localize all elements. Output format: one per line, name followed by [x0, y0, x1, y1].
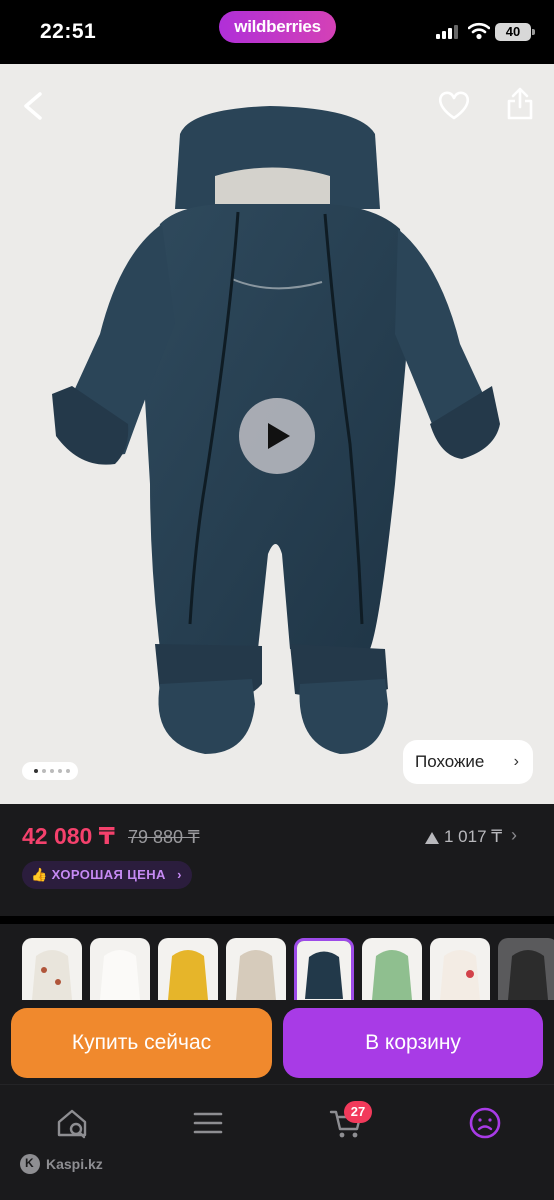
chevron-right-icon: › — [511, 825, 517, 845]
pagination-dot — [34, 769, 38, 773]
home-search-icon[interactable] — [54, 1105, 90, 1141]
profile-icon[interactable] — [467, 1105, 503, 1141]
current-price: 42 080 ₸ — [22, 823, 115, 849]
wifi-icon — [468, 22, 490, 40]
heart-icon[interactable] — [437, 91, 471, 121]
back-arrow-icon[interactable] — [20, 88, 50, 122]
product-gallery[interactable]: Похожие › — [0, 64, 554, 804]
watermark-text: Kaspi.kz — [46, 1156, 103, 1172]
cart-count-badge: 27 — [344, 1101, 372, 1123]
good-price-badge[interactable]: 👍 ХОРОШАЯ ЦЕНА › — [22, 861, 192, 889]
thumbs-up-icon: 👍 — [31, 867, 52, 882]
price-history-icon — [425, 832, 439, 844]
similar-products-button[interactable]: Похожие › — [403, 740, 533, 784]
buy-now-button[interactable]: Купить сейчас — [11, 1008, 272, 1078]
brand-logo: wildberries — [219, 11, 336, 43]
kaspi-watermark: Kaspi.kz — [20, 1154, 103, 1174]
old-price: 79 880 ₸ — [128, 827, 200, 847]
price-history-value[interactable]: 1 017 ₸ — [444, 827, 502, 847]
add-to-cart-button[interactable]: В корзину — [283, 1008, 543, 1078]
pagination-dot — [50, 769, 54, 773]
bottom-tab-bar: 27 — [0, 1084, 554, 1200]
status-time: 22:51 — [40, 20, 97, 43]
price-section: 42 080 ₸ 79 880 ₸ 1 017 ₸ › 👍 ХОРОШАЯ ЦЕ… — [0, 804, 554, 916]
play-video-button[interactable] — [239, 398, 315, 474]
pagination-dot — [66, 769, 70, 773]
purchase-actions: Купить сейчас В корзину — [0, 1000, 554, 1084]
chevron-right-icon: › — [177, 867, 182, 882]
battery-indicator: 40 — [495, 23, 535, 41]
similar-label: Похожие — [415, 752, 485, 771]
menu-icon[interactable] — [190, 1105, 226, 1141]
cellular-signal-icon — [436, 25, 460, 39]
good-price-label: ХОРОШАЯ ЦЕНА — [51, 867, 166, 882]
pagination-dot — [42, 769, 46, 773]
status-bar: 22:51 wildberries 40 — [0, 0, 554, 64]
gallery-pagination — [22, 762, 78, 780]
chevron-right-icon: › — [513, 753, 519, 770]
section-divider — [0, 916, 554, 924]
kaspi-logo-icon — [20, 1154, 40, 1174]
pagination-dot — [58, 769, 62, 773]
share-icon[interactable] — [506, 86, 534, 120]
